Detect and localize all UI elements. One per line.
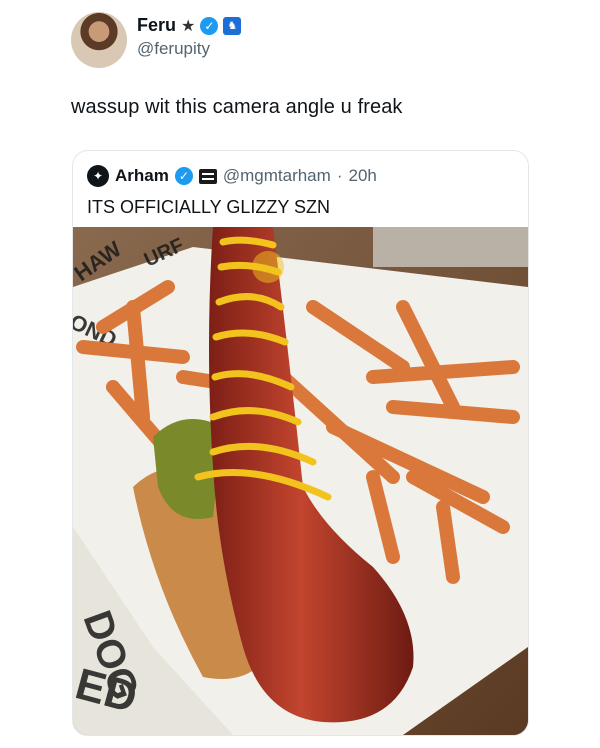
hotdog-fries-illustration: HAW URF OND DOG ED (73, 227, 528, 735)
author-avatar[interactable] (71, 12, 127, 68)
quoted-tweet-header: ✦ Arham ✓ @mgmtarham · 20h (87, 165, 377, 187)
affiliation-badge-icon[interactable] (198, 168, 217, 184)
quoted-author-name[interactable]: Arham (115, 166, 169, 186)
quoted-tweet-card[interactable]: ✦ Arham ✓ @mgmtarham · 20h ITS OFFICIALL… (72, 150, 529, 736)
quoted-tweet-text: ITS OFFICIALLY GLIZZY SZN (87, 197, 331, 217)
quoted-author-avatar[interactable]: ✦ (87, 165, 109, 187)
dot-separator: · (336, 166, 343, 185)
tweet-text: wassup wit this camera angle u freak (71, 96, 403, 118)
author-name[interactable]: Feru (137, 15, 176, 36)
quoted-tweet-time[interactable]: 20h (348, 166, 376, 186)
verified-badge-icon: ✓ (200, 16, 219, 35)
author-name-row: Feru ★ ✓ ♞ (137, 15, 242, 36)
tweet: Feru ★ ✓ ♞ @ferupity wassup wit this cam… (0, 0, 600, 748)
quoted-author-handle[interactable]: @mgmtarham (223, 166, 331, 186)
verified-badge-icon: ✓ (174, 167, 193, 185)
star-icon: ★ (181, 17, 196, 35)
affiliation-badge-icon[interactable]: ♞ (223, 16, 242, 35)
quoted-tweet-photo[interactable]: HAW URF OND DOG ED (73, 227, 528, 735)
author-handle[interactable]: @ferupity (137, 39, 210, 59)
